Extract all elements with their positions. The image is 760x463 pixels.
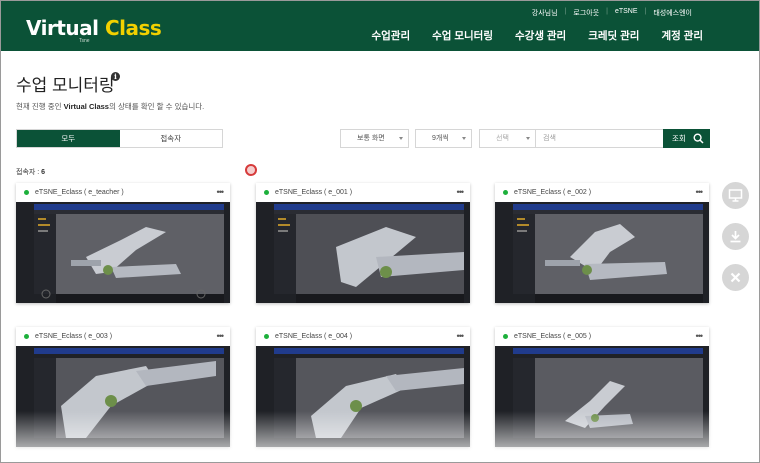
download-icon [730, 231, 741, 243]
util-logout[interactable]: 로그아웃 [566, 8, 606, 18]
card-title: eTSNE_Eclass ( e_teacher ) [35, 189, 124, 196]
search-input[interactable]: 검색 [535, 129, 664, 148]
logo[interactable]: Virtual Class [26, 16, 162, 40]
page-title: 수업 모니터링 [16, 76, 115, 95]
view-mode-select[interactable]: 보통 화면 [340, 129, 409, 148]
connected-count: 접속자 : 6 [16, 167, 45, 177]
card-header: eTSNE_Eclass ( e_001 ) ••• [256, 183, 470, 202]
chevron-down-icon [462, 137, 466, 140]
screen-thumbnail-image [16, 202, 230, 303]
logo-main: Virtual [26, 16, 105, 40]
card-title: eTSNE_Eclass ( e_005 ) [514, 333, 592, 340]
nav-student-management[interactable]: 수강생 관리 [515, 28, 566, 43]
chevron-down-icon [399, 137, 403, 140]
logo-subtitle: Tsne [79, 38, 90, 44]
card-header: eTSNE_Eclass ( e_003 ) ••• [16, 327, 230, 346]
desc-prefix: 현재 진행 중인 [16, 102, 64, 111]
filter-all-button[interactable]: 모두 [17, 130, 120, 147]
view-mode-value: 보통 화면 [357, 135, 385, 142]
top-header: Virtual Class Tsne 강사님님 | 로그아웃 | eTSNE | 태성… [1, 1, 759, 51]
util-etsne[interactable]: eTSNE [608, 8, 645, 18]
nav-class-monitoring[interactable]: 수업 모니터링 [432, 28, 493, 43]
search-button[interactable]: 조회 [663, 129, 710, 148]
monitor-card[interactable]: eTSNE_Eclass ( e_teacher ) ••• [16, 183, 230, 303]
online-status-icon [503, 190, 508, 195]
more-options-icon[interactable]: ••• [696, 327, 704, 346]
card-header: eTSNE_Eclass ( e_002 ) ••• [495, 183, 709, 202]
screen-thumbnail-image [256, 202, 470, 303]
count-label: 접속자 : [16, 169, 42, 176]
screen-thumbnail[interactable] [495, 202, 709, 303]
more-options-icon[interactable]: ••• [217, 183, 225, 202]
filter-connected-button[interactable]: 접속자 [119, 130, 222, 147]
more-options-icon[interactable]: ••• [457, 183, 465, 202]
page-size-select[interactable]: 9개씩 [415, 129, 472, 148]
card-header: eTSNE_Eclass ( e_teacher ) ••• [16, 183, 230, 202]
download-button[interactable] [722, 223, 749, 250]
filter-segment: 모두 접속자 [16, 129, 223, 148]
card-header: eTSNE_Eclass ( e_004 ) ••• [256, 327, 470, 346]
screen-thumbnail[interactable] [16, 202, 230, 303]
search-field-value: 선택 [496, 135, 509, 142]
util-user[interactable]: 강사님님 [525, 8, 565, 18]
card-title: eTSNE_Eclass ( e_002 ) [514, 189, 592, 196]
fullscreen-monitor-button[interactable] [722, 182, 749, 209]
screen-thumbnail-image [495, 202, 709, 303]
monitor-card[interactable]: eTSNE_Eclass ( e_002 ) ••• [495, 183, 709, 303]
page-size-value: 9개씩 [432, 135, 449, 142]
online-status-icon [503, 334, 508, 339]
bottom-fade-overlay [1, 411, 759, 462]
logo-accent: Class [104, 16, 162, 40]
count-value: 6 [41, 169, 46, 176]
nav-class-management[interactable]: 수업관리 [371, 28, 410, 43]
card-title: eTSNE_Eclass ( e_001 ) [275, 189, 353, 196]
monitor-card[interactable]: eTSNE_Eclass ( e_001 ) ••• [256, 183, 470, 303]
chevron-down-icon [526, 137, 530, 140]
desc-suffix: 의 상태를 확인 할 수 있습니다. [108, 102, 205, 111]
main-nav: 수업관리 수업 모니터링 수강생 관리 크레딧 관리 계정 관리 [371, 28, 703, 43]
card-title: eTSNE_Eclass ( e_003 ) [35, 333, 113, 340]
online-status-icon [264, 334, 269, 339]
search-icon [693, 133, 704, 144]
info-icon[interactable]: i [111, 72, 120, 81]
more-options-icon[interactable]: ••• [217, 327, 225, 346]
util-company[interactable]: 태성에스엔이 [646, 8, 699, 18]
page-description: 현재 진행 중인 Virtual Class의 상태를 확인 할 수 있습니다. [16, 101, 204, 112]
search-field-select[interactable]: 선택 [479, 129, 536, 148]
nav-account-management[interactable]: 계정 관리 [661, 28, 703, 43]
card-title: eTSNE_Eclass ( e_004 ) [275, 333, 353, 340]
card-header: eTSNE_Eclass ( e_005 ) ••• [495, 327, 709, 346]
screen-thumbnail[interactable] [256, 202, 470, 303]
close-icon [730, 272, 741, 283]
close-button[interactable] [722, 264, 749, 291]
desc-bold: Virtual Class [63, 102, 109, 111]
more-options-icon[interactable]: ••• [457, 327, 465, 346]
utility-links: 강사님님 | 로그아웃 | eTSNE | 태성에스엔이 [525, 8, 699, 18]
page: Virtual Class Tsne 강사님님 | 로그아웃 | eTSNE | 태성… [0, 0, 760, 463]
search-button-label: 조회 [672, 134, 686, 143]
online-status-icon [24, 190, 29, 195]
nav-credit-management[interactable]: 크레딧 관리 [588, 28, 639, 43]
more-options-icon[interactable]: ••• [696, 183, 704, 202]
online-status-icon [264, 190, 269, 195]
cursor-highlight-icon [245, 164, 257, 176]
online-status-icon [24, 334, 29, 339]
monitor-icon [728, 189, 743, 202]
